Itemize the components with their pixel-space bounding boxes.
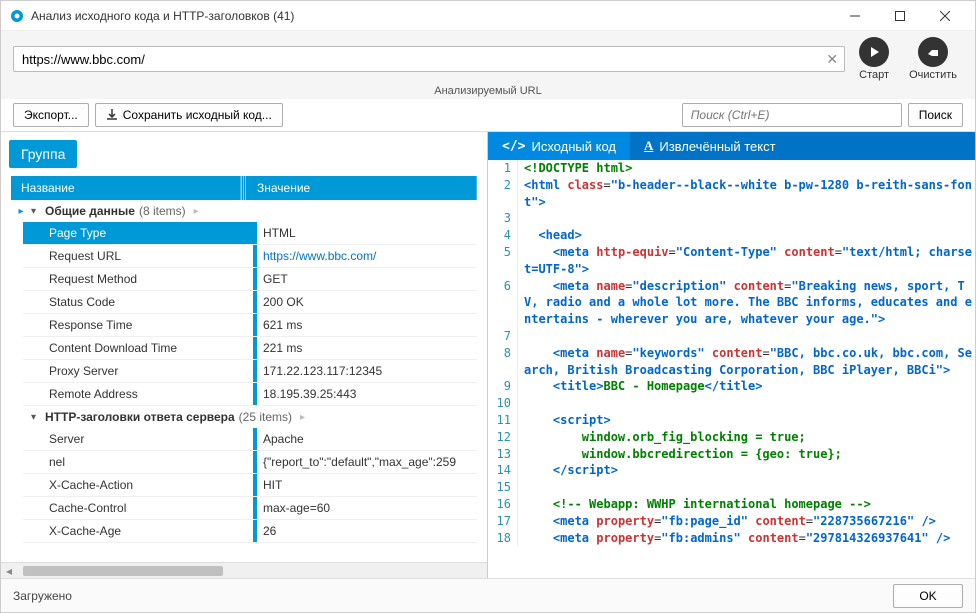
tab-source[interactable]: </> Исходный код	[488, 132, 630, 160]
table-row[interactable]: X-Cache-Age26	[23, 520, 477, 543]
code-line: 8 <meta name="keywords" content="BBC, bb…	[488, 345, 975, 379]
table-row[interactable]: ServerApache	[23, 428, 477, 451]
statusbar: Загружено OK	[1, 578, 975, 612]
table-row[interactable]: Content Download Time221 ms	[23, 337, 477, 360]
search-input[interactable]	[682, 103, 902, 127]
code-line: 18 <meta property="fb:admins" content="2…	[488, 530, 975, 547]
export-button[interactable]: Экспорт...	[13, 103, 89, 127]
code-line: 15	[488, 479, 975, 496]
column-headers[interactable]: Название Значение	[11, 176, 477, 200]
url-input[interactable]	[22, 52, 820, 67]
titlebar: Анализ исходного кода и HTTP-заголовков …	[1, 1, 975, 31]
table-row[interactable]: Request URLhttps://www.bbc.com/	[23, 245, 477, 268]
horizontal-scrollbar[interactable]: ◂	[1, 562, 487, 578]
table-row[interactable]: Request MethodGET	[23, 268, 477, 291]
url-input-wrap: ✕	[13, 46, 845, 72]
code-line: 1<!DOCTYPE html>	[488, 160, 975, 177]
right-pane: </> Исходный код A Извлечённый текст 1<!…	[488, 132, 975, 578]
code-line: 2<html class="b-header--black--white b-p…	[488, 177, 975, 211]
col-header-value[interactable]: Значение	[247, 176, 477, 200]
code-line: 3	[488, 210, 975, 227]
table-row[interactable]: Cache-Controlmax-age=60	[23, 497, 477, 520]
close-button[interactable]	[922, 2, 967, 30]
table-row[interactable]: X-Cache-ActionHIT	[23, 474, 477, 497]
download-icon	[106, 109, 118, 121]
code-line: 12 window.orb_fig_blocking = true;	[488, 429, 975, 446]
code-line: 13 window.bbcredirection = {geo: true};	[488, 446, 975, 463]
table-row[interactable]: Proxy Server171.22.123.117:12345	[23, 360, 477, 383]
table-row[interactable]: nel{"report_to":"default","max_age":259	[23, 451, 477, 474]
code-line: 10	[488, 395, 975, 412]
left-pane: Группа Название Значение ▸▾Общие данные …	[1, 132, 488, 578]
start-label: Старт	[859, 69, 889, 81]
code-line: 7	[488, 328, 975, 345]
tab-extracted[interactable]: A Извлечённый текст	[630, 132, 790, 160]
save-source-button[interactable]: Сохранить исходный код...	[95, 103, 283, 127]
window-title: Анализ исходного кода и HTTP-заголовков …	[31, 9, 832, 23]
text-icon: A	[644, 138, 653, 154]
url-clear-icon[interactable]: ✕	[826, 51, 838, 68]
toolbar: Экспорт... Сохранить исходный код... Пои…	[1, 99, 975, 132]
clear-button[interactable]: Очистить	[903, 37, 963, 81]
maximize-button[interactable]	[877, 2, 922, 30]
table-row[interactable]: Status Code200 OK	[23, 291, 477, 314]
table-row[interactable]: Page TypeHTML	[23, 222, 477, 245]
group-row[interactable]: ▸▾Общие данные (8 items)▸	[11, 200, 477, 222]
table-row[interactable]: Response Time621 ms	[23, 314, 477, 337]
code-line: 17 <meta property="fb:page_id" content="…	[488, 513, 975, 530]
start-button[interactable]: Старт	[853, 37, 895, 81]
app-icon	[9, 8, 25, 24]
url-sublabel: Анализируемый URL	[13, 85, 963, 97]
code-line: 5 <meta http-equiv="Content-Type" conten…	[488, 244, 975, 278]
search-button[interactable]: Поиск	[908, 103, 963, 127]
tabs: </> Исходный код A Извлечённый текст	[488, 132, 975, 160]
data-grid[interactable]: Название Значение ▸▾Общие данные (8 item…	[1, 176, 487, 562]
group-row[interactable]: ▾HTTP-заголовки ответа сервера (25 items…	[11, 406, 477, 428]
code-line: 16 <!-- Webapp: WWHP international homep…	[488, 496, 975, 513]
minimize-button[interactable]	[832, 2, 877, 30]
clear-label: Очистить	[909, 69, 957, 81]
status-text: Загружено	[13, 589, 885, 603]
code-line: 4 <head>	[488, 227, 975, 244]
url-section: ✕ Старт Очистить Анализируемый URL	[1, 31, 975, 99]
ok-button[interactable]: OK	[893, 584, 963, 608]
code-line: 11 <script>	[488, 412, 975, 429]
group-header[interactable]: Группа	[9, 140, 77, 168]
code-line: 14 </script>	[488, 462, 975, 479]
main-split: Группа Название Значение ▸▾Общие данные …	[1, 132, 975, 578]
table-row[interactable]: Remote Address18.195.39.25:443	[23, 383, 477, 406]
code-line: 9 <title>BBC - Homepage</title>	[488, 378, 975, 395]
col-header-name[interactable]: Название	[11, 176, 241, 200]
code-line: 6 <meta name="description" content="Brea…	[488, 278, 975, 328]
code-icon: </>	[502, 139, 525, 154]
source-editor[interactable]: 1<!DOCTYPE html>2<html class="b-header--…	[488, 160, 975, 578]
